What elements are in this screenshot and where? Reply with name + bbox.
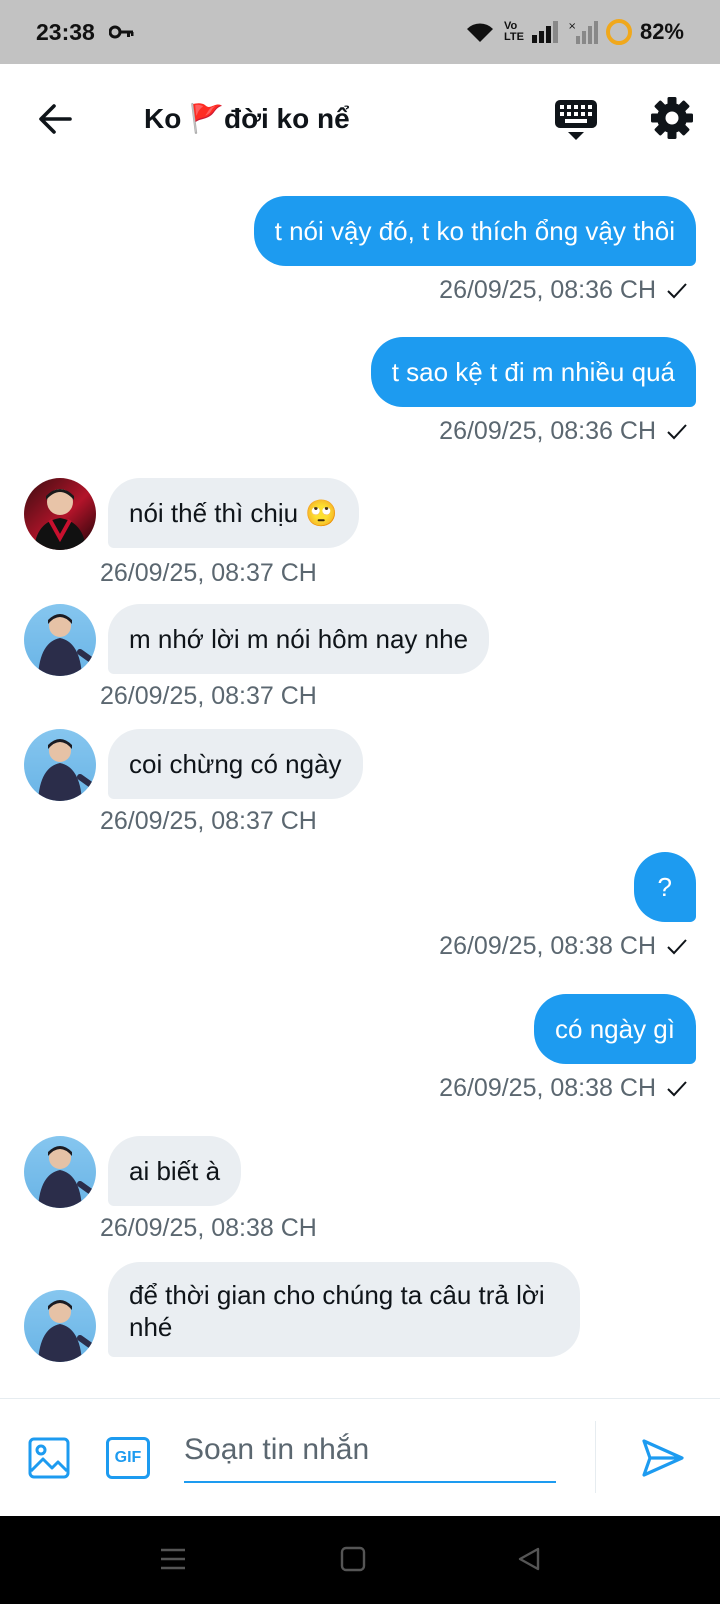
avatar[interactable] <box>24 604 96 676</box>
home-icon[interactable] <box>340 1546 366 1572</box>
message-incoming: coi chừng có ngày 26/09/25, 08:37 CH <box>0 727 720 847</box>
message-bubble[interactable]: t nói vậy đó, t ko thích ổng vậy thôi <box>253 196 696 266</box>
signal-sim2-icon: × <box>568 21 598 44</box>
battery-icon <box>605 19 632 45</box>
message-bubble[interactable]: m nhớ lời m nói hôm nay nhe <box>108 604 490 674</box>
sent-check-icon <box>667 1080 687 1096</box>
gif-button[interactable]: GIF <box>106 1437 150 1479</box>
back-nav-icon[interactable] <box>516 1546 542 1572</box>
gear-icon[interactable] <box>650 96 694 140</box>
message-meta: 26/09/25, 08:36 CH <box>439 417 688 446</box>
menu-icon[interactable] <box>160 1546 186 1572</box>
system-nav-bar <box>0 1516 720 1604</box>
message-bubble[interactable]: t sao kệ t đi m nhiều quá <box>370 337 696 407</box>
message-outgoing: t sao kệ t đi m nhiều quá 26/09/25, 08:3… <box>0 314 720 454</box>
message-incoming: nói thế thì chịu 🙄 26/09/25, 08:37 CH <box>0 476 720 596</box>
sent-check-icon <box>667 423 687 439</box>
conversation-title[interactable]: Ko 🚩đời ko nể <box>144 102 350 135</box>
message-timestamp: 26/09/25, 08:38 CH <box>439 932 656 960</box>
message-outgoing: t nói vậy đó, t ko thích ổng vậy thôi 26… <box>0 174 720 314</box>
message-timestamp: 26/09/25, 08:37 CH <box>100 807 317 835</box>
vpn-key-icon <box>108 25 134 39</box>
message-timestamp: 26/09/25, 08:37 CH <box>100 682 317 710</box>
message-bubble[interactable]: để thời gian cho chúng ta câu trả lời nh… <box>108 1262 580 1357</box>
battery-percent: 82% <box>639 19 684 44</box>
message-meta: 26/09/25, 08:38 CH <box>439 1074 688 1103</box>
avatar[interactable] <box>24 1136 96 1208</box>
message-bubble[interactable]: ? <box>633 852 696 922</box>
message-timestamp: 26/09/25, 08:36 CH <box>439 276 656 304</box>
message-outgoing: có ngày gì 26/09/25, 08:38 CH <box>0 994 720 1134</box>
message-bubble[interactable]: nói thế thì chịu 🙄 <box>108 478 359 548</box>
status-bar: 23:38 Vo LTE × 82% <box>0 0 720 64</box>
message-meta: 26/09/25, 08:38 CH <box>439 932 688 961</box>
message-outgoing: ? 26/09/25, 08:38 CH <box>0 852 720 992</box>
signal-icon <box>531 21 558 43</box>
message-meta: 26/09/25, 08:36 CH <box>439 276 688 305</box>
conversation-header: Ko 🚩đời ko nể <box>0 64 720 174</box>
avatar[interactable] <box>24 1290 96 1362</box>
message-timestamp: 26/09/25, 08:37 CH <box>100 559 317 587</box>
sent-check-icon <box>667 938 687 954</box>
message-bubble[interactable]: có ngày gì <box>534 994 696 1064</box>
message-incoming: m nhớ lời m nói hôm nay nhe 26/09/25, 08… <box>0 602 720 722</box>
avatar[interactable] <box>24 729 96 801</box>
message-timestamp: 26/09/25, 08:36 CH <box>439 417 656 445</box>
image-icon[interactable] <box>28 1437 70 1479</box>
message-bubble[interactable]: ai biết à <box>108 1136 242 1206</box>
send-icon[interactable] <box>640 1435 686 1481</box>
message-incoming: ai biết à 26/09/25, 08:38 CH <box>0 1134 720 1254</box>
message-input[interactable] <box>184 1419 556 1483</box>
wifi-icon <box>466 23 493 42</box>
message-bubble[interactable]: coi chừng có ngày <box>108 729 363 799</box>
message-timestamp: 26/09/25, 08:38 CH <box>439 1074 656 1102</box>
sent-check-icon <box>667 282 687 298</box>
composer-divider <box>595 1421 596 1493</box>
message-composer: GIF <box>0 1398 720 1516</box>
status-time: 23:38 <box>36 18 95 45</box>
message-list[interactable]: t nói vậy đó, t ko thích ổng vậy thôi 26… <box>0 174 720 1398</box>
back-arrow-icon[interactable] <box>34 98 76 140</box>
status-indicators: Vo LTE × 82% <box>464 19 684 45</box>
volte-label: Vo LTE <box>503 20 524 43</box>
keyboard-icon[interactable] <box>554 98 598 142</box>
avatar[interactable] <box>24 478 96 550</box>
message-incoming: để thời gian cho chúng ta câu trả lời nh… <box>0 1260 720 1398</box>
svg-text:×: × <box>568 21 576 32</box>
message-timestamp: 26/09/25, 08:38 CH <box>100 1214 317 1242</box>
